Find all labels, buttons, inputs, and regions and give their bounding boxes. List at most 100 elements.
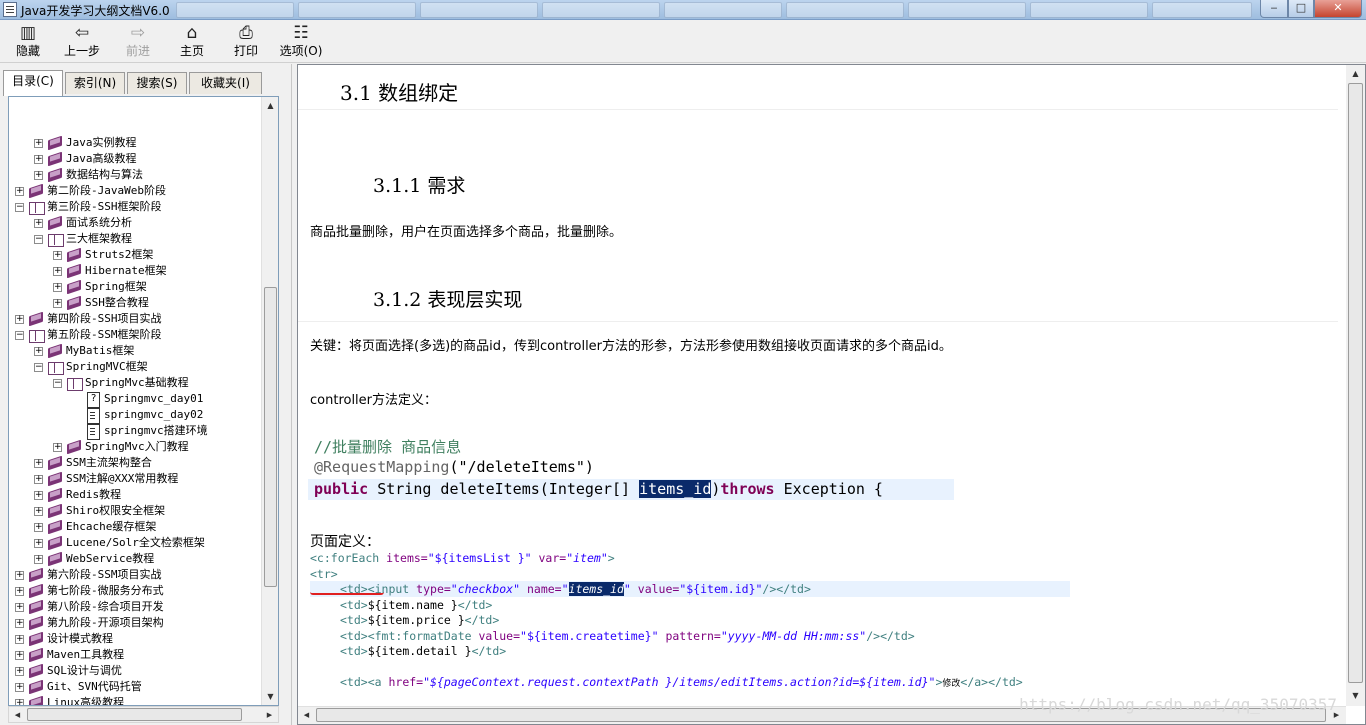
tree-item-label: Struts2框架	[85, 248, 154, 261]
expand-icon[interactable]: +	[34, 459, 43, 468]
tree-horizontal-scrollbar[interactable]: ◀ ▶	[8, 706, 279, 723]
page-icon	[85, 408, 101, 424]
home-button[interactable]: ⌂ 主页	[172, 23, 212, 61]
scroll-down-arrow-icon[interactable]: ▼	[262, 688, 278, 705]
closed-book-icon	[47, 344, 63, 358]
expand-icon[interactable]: +	[15, 635, 24, 644]
jsp-attr: name=	[520, 582, 562, 596]
scroll-thumb[interactable]	[264, 287, 277, 587]
scroll-thumb[interactable]	[27, 708, 242, 721]
jsp-tag: </td>	[464, 613, 500, 627]
closed-book-icon	[47, 456, 63, 470]
expand-icon[interactable]: +	[15, 683, 24, 692]
scroll-up-arrow-icon[interactable]: ▲	[1347, 65, 1364, 82]
tree-item-label: SpringMVC框架	[66, 360, 148, 373]
jsp-attr: value=	[630, 582, 680, 596]
tree-item-label: SSM主流架构整合	[66, 456, 152, 469]
scroll-up-arrow-icon[interactable]: ▲	[262, 97, 278, 114]
scroll-down-arrow-icon[interactable]: ▼	[1347, 687, 1364, 704]
expand-icon[interactable]: +	[15, 571, 24, 580]
expand-icon[interactable]: +	[53, 267, 62, 276]
print-button[interactable]: ⎙ 打印	[226, 23, 266, 61]
navigation-pane: 目录(C) 索引(N) 搜索(S) 收藏夹(I) + Java实例教程 + Java高…	[0, 64, 291, 725]
expand-icon[interactable]: +	[53, 443, 62, 452]
jsp-value: "	[623, 582, 631, 596]
closed-book-icon	[28, 184, 44, 198]
jsp-tag: <td><a	[340, 675, 382, 689]
collapse-icon[interactable]: −	[15, 203, 24, 212]
jsp-code-block: <c:forEach items="${itemsList }" var="it…	[310, 551, 1070, 695]
scroll-left-arrow-icon[interactable]: ◀	[9, 707, 26, 724]
expand-icon[interactable]: +	[53, 251, 62, 260]
watermark: https://blog.csdn.net/qq_35070357	[1019, 695, 1337, 714]
collapse-icon[interactable]: −	[53, 379, 62, 388]
tree-item-label: MyBatis框架	[66, 344, 135, 357]
tree-item-label: 第五阶段-SSM框架阶段	[47, 328, 162, 341]
tab-contents[interactable]: 目录(C)	[3, 70, 63, 96]
expand-icon[interactable]: +	[53, 283, 62, 292]
expand-icon[interactable]: +	[34, 219, 43, 228]
forward-label: 前进	[125, 44, 150, 58]
collapse-icon[interactable]: −	[34, 363, 43, 372]
heading-3-1-2: 3.1.2 表现层实现	[373, 289, 523, 311]
close-button[interactable]: ✕	[1314, 0, 1362, 18]
back-button[interactable]: ⇦ 上一步	[60, 23, 104, 61]
taskbar-ghost-tab	[1152, 2, 1252, 18]
expand-icon[interactable]: +	[34, 491, 43, 500]
scroll-right-arrow-icon[interactable]: ▶	[261, 707, 278, 724]
expand-icon[interactable]: +	[34, 347, 43, 356]
home-label: 主页	[179, 44, 204, 58]
expand-icon[interactable]: +	[34, 507, 43, 516]
expand-icon[interactable]: +	[34, 555, 43, 564]
expand-icon[interactable]: +	[15, 587, 24, 596]
options-button[interactable]: ☷ 选项(O)	[276, 23, 326, 61]
taskbar-ghost-tab	[1030, 2, 1148, 18]
jsp-tag: <td><input	[340, 582, 410, 596]
expand-icon[interactable]: +	[34, 155, 43, 164]
tab-index[interactable]: 索引(N)	[65, 72, 125, 94]
jsp-attr: pattern=	[658, 629, 721, 643]
hide-button[interactable]: ▥ 隐藏	[8, 23, 48, 61]
expand-icon[interactable]: +	[15, 699, 24, 705]
scroll-left-arrow-icon[interactable]: ◀	[298, 707, 315, 724]
collapse-icon[interactable]: −	[15, 331, 24, 340]
forward-button[interactable]: ⇨ 前进	[118, 23, 158, 61]
expand-icon[interactable]: +	[15, 651, 24, 660]
tree-item-label: Redis教程	[66, 488, 122, 501]
divider	[298, 109, 1338, 110]
tree-item-label: SSH整合教程	[85, 296, 149, 309]
tab-favorites[interactable]: 收藏夹(I)	[189, 72, 262, 94]
back-label: 上一步	[63, 44, 100, 58]
expand-icon[interactable]: +	[34, 523, 43, 532]
jsp-value: "${item.createtime}"	[520, 629, 659, 643]
contents-tree-box: + Java实例教程 + Java高级教程 + 数据结构与算法 + 第二阶段-JavaWeb阶…	[8, 96, 279, 706]
expand-icon[interactable]: +	[34, 139, 43, 148]
scroll-thumb[interactable]	[1348, 83, 1363, 683]
expand-icon[interactable]: +	[53, 299, 62, 308]
jsp-value: "checkbox"	[450, 582, 521, 596]
expand-icon[interactable]: +	[34, 171, 43, 180]
heading-3-1-1: 3.1.1 需求	[373, 175, 466, 197]
minimize-button[interactable]: ‒	[1260, 0, 1288, 18]
jsp-link-text: 修改	[942, 679, 961, 689]
expand-icon[interactable]: +	[34, 539, 43, 548]
topic-document: 3.1 数组绑定 3.1.1 需求 商品批量删除，用户在页面选择多个商品，批量删…	[298, 65, 1346, 706]
tab-search[interactable]: 搜索(S)	[127, 72, 187, 94]
tree-vertical-scrollbar[interactable]: ▲ ▼	[261, 97, 278, 705]
maximize-button[interactable]: □	[1288, 0, 1314, 18]
expand-icon[interactable]: +	[15, 667, 24, 676]
expand-icon[interactable]: +	[15, 187, 24, 196]
open-book-icon	[28, 328, 45, 343]
jsp-tag: <tr>	[310, 567, 338, 581]
expand-icon[interactable]: +	[15, 619, 24, 628]
expand-icon[interactable]: +	[15, 603, 24, 612]
jsp-value: "item"	[566, 551, 608, 565]
closed-book-icon	[66, 440, 82, 454]
jsp-value: "yyyy-MM-dd HH:mm:ss"	[720, 629, 867, 643]
jsp-attr: value=	[471, 629, 521, 643]
topic-vertical-scrollbar[interactable]: ▲ ▼	[1346, 65, 1365, 706]
expand-icon[interactable]: +	[34, 475, 43, 484]
collapse-icon[interactable]: −	[34, 235, 43, 244]
help-viewer-window: Java开发学习大纲文档V6.0 ‒ □ ✕ ▥ 隐藏 ⇦ 上一步 ⇨ 前进 ⌂…	[0, 0, 1366, 725]
expand-icon[interactable]: +	[15, 315, 24, 324]
